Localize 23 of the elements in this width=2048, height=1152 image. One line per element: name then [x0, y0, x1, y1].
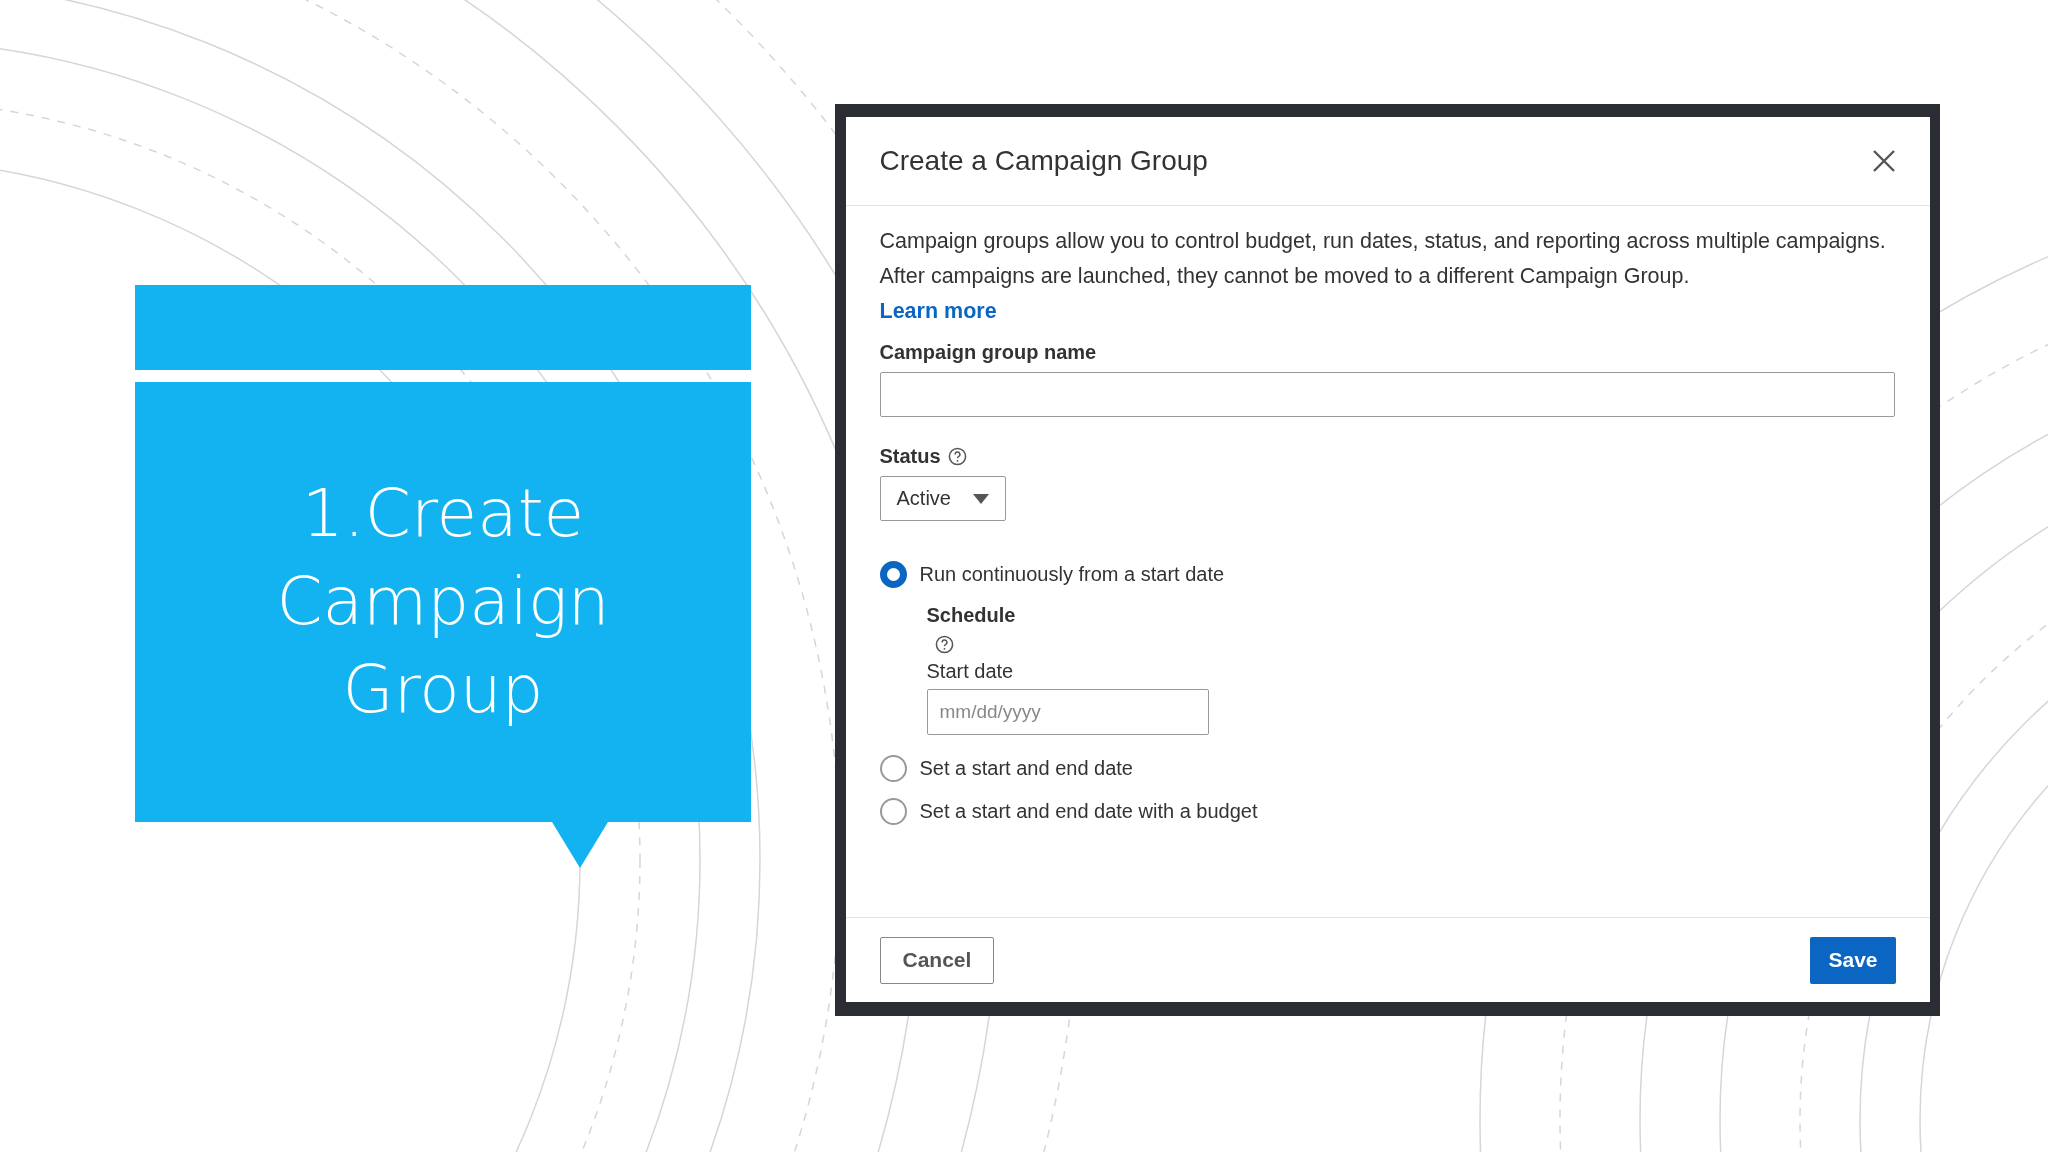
radio-button[interactable]: [879, 561, 907, 588]
caret-icon: [972, 493, 989, 504]
status-dropdown[interactable]: Active: [879, 476, 1006, 521]
learn-more-link[interactable]: Learn more: [879, 294, 997, 329]
radio-label: Run continuously from a start date: [919, 563, 1225, 586]
field-label: Status: [879, 445, 941, 468]
start-date-label: Start date: [926, 660, 1014, 683]
description-text: Campaign groups allow you to control budget, run dates, status, and reporting across multiple campaigns. After campaigns are launched, they cannot be moved to a different Campaign Group.: [879, 228, 1887, 290]
schedule-label: Schedule: [926, 604, 1016, 627]
radio-button[interactable]: [879, 755, 907, 782]
cancel-button[interactable]: Cancel: [879, 936, 995, 984]
radio-button[interactable]: [879, 798, 907, 825]
radio-label: Set a start and end date with a budget: [919, 800, 1258, 823]
save-button[interactable]: Save: [1810, 936, 1896, 984]
name-input-field[interactable]: [879, 372, 1895, 417]
start-date-field[interactable]: mm/dd/yyyy: [926, 689, 1209, 735]
help-icon[interactable]: [947, 447, 967, 466]
radio-label: Set a start and end date: [919, 757, 1133, 780]
slide-title: 1.Create Campaign Group: [275, 474, 611, 730]
close-icon[interactable]: [1871, 149, 1896, 173]
dialog-title: Create a Campaign Group: [879, 145, 1208, 177]
help-icon[interactable]: [934, 635, 954, 654]
field-label: Campaign group name: [879, 341, 1097, 364]
